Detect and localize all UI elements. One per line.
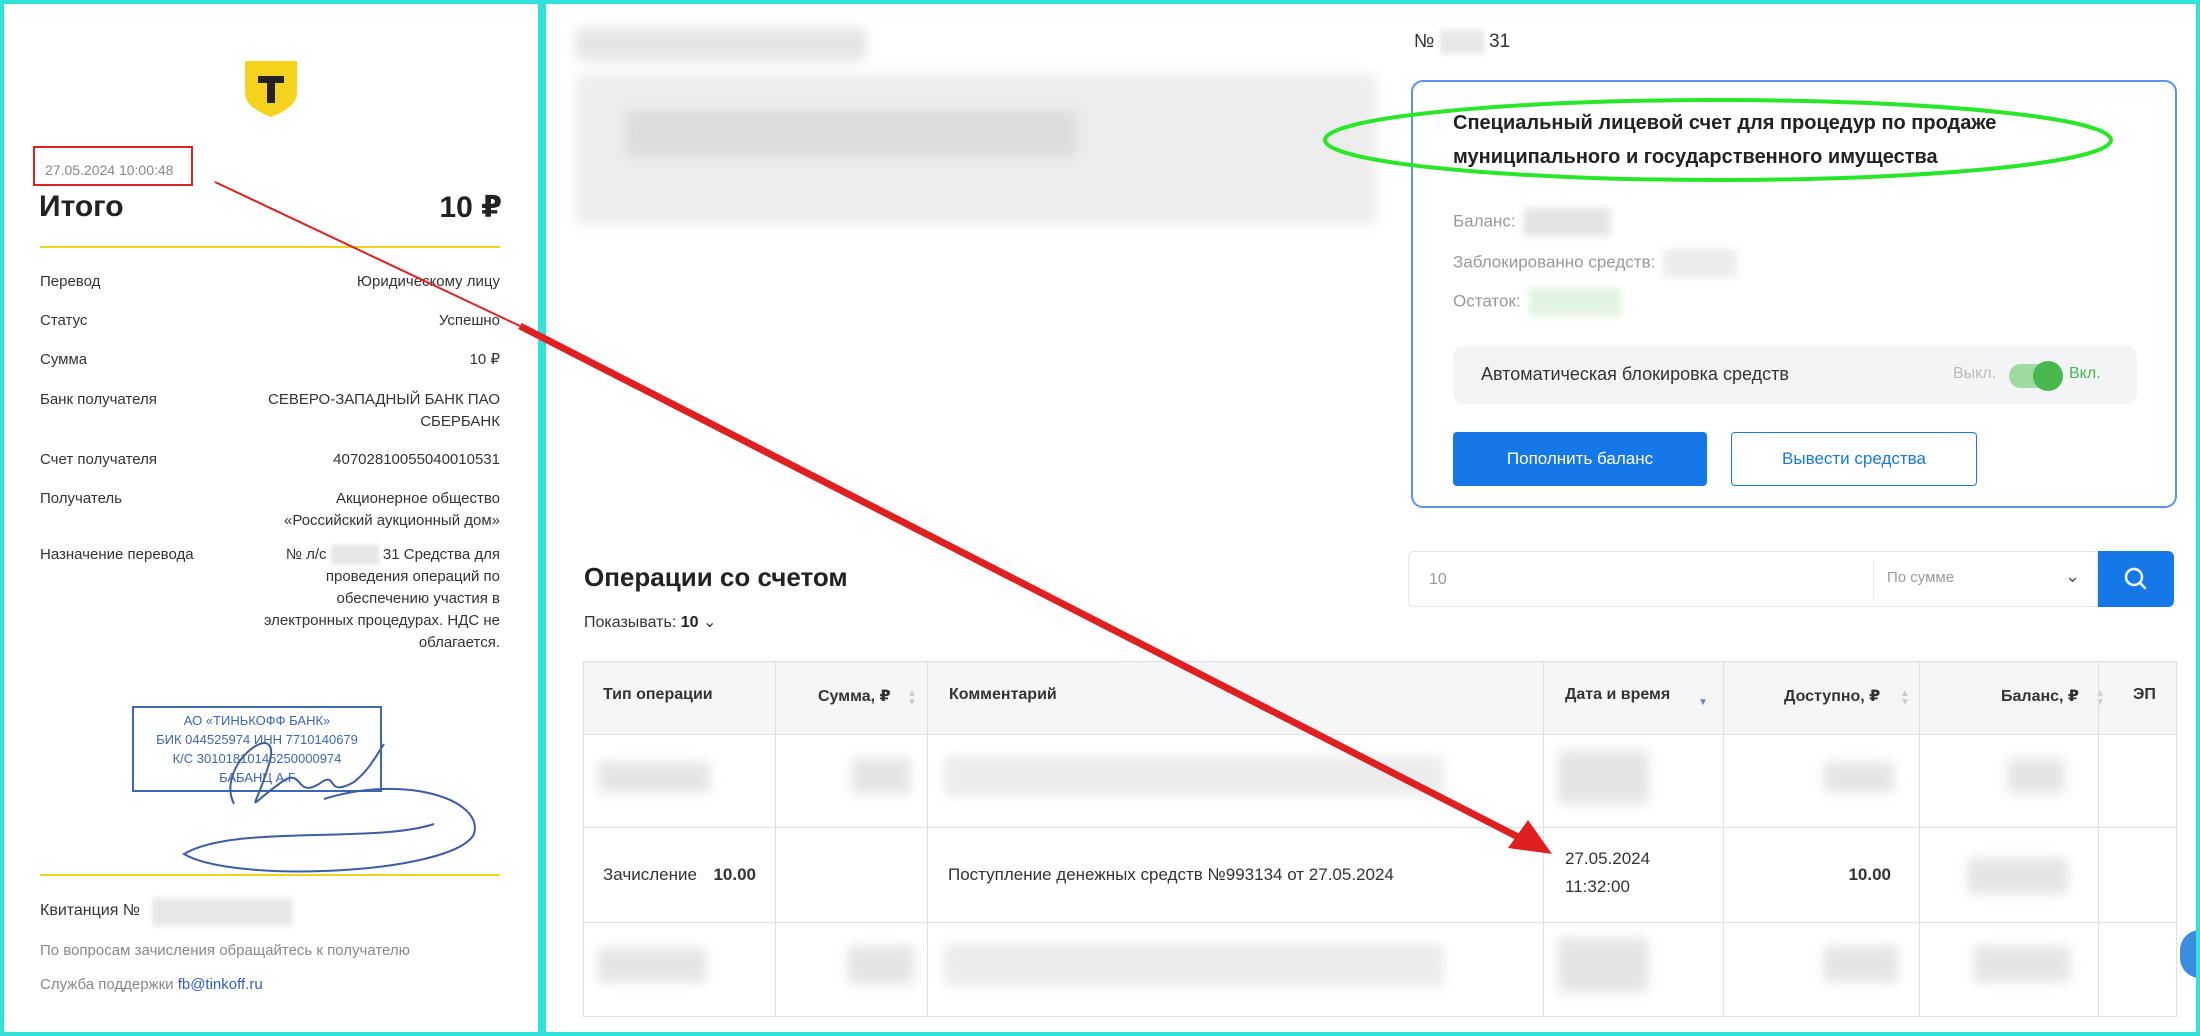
auto-block-toggle[interactable] bbox=[2009, 361, 2063, 391]
page-size-value: 10 bbox=[680, 614, 699, 631]
divider bbox=[40, 246, 500, 248]
operations-table: Тип операции Сумма, ₽ ▲ ▼ Комментарий Дат… bbox=[583, 661, 2177, 1017]
operation-date: 27.05.2024 bbox=[1565, 849, 1651, 868]
sort-icon[interactable]: ▼ bbox=[1698, 698, 1708, 708]
col-comment: Комментарий bbox=[949, 686, 1057, 703]
table-header: Тип операции Сумма, ₽ ▲ ▼ Комментарий Дат… bbox=[584, 662, 2176, 735]
topup-balance-button[interactable]: Пополнить баланс bbox=[1453, 432, 1707, 486]
withdraw-funds-button[interactable]: Вывести средства bbox=[1731, 432, 1977, 486]
account-number: № 31 bbox=[1414, 30, 1511, 54]
redacted-block bbox=[576, 28, 866, 60]
page-size-selector[interactable]: Показывать: 10 ⌄ bbox=[584, 612, 716, 632]
account-card: Специальный лицевой счет для процедур по… bbox=[1411, 80, 2177, 508]
support-line: Служба поддержки fb@tinkoff.ru bbox=[40, 976, 263, 993]
operation-amount: 10.00 bbox=[713, 865, 756, 884]
col-available[interactable]: Доступно, ₽ bbox=[1784, 686, 1880, 706]
divider bbox=[40, 874, 500, 876]
receipt-datetime: 27.05.2024 10:00:48 bbox=[33, 146, 193, 186]
col-amount[interactable]: Сумма, ₽ bbox=[818, 686, 891, 706]
chevron-down-icon: ⌄ bbox=[702, 614, 717, 631]
auto-block-label: Автоматическая блокировка средств bbox=[1481, 364, 1789, 384]
operation-time: 11:32:00 bbox=[1565, 877, 1630, 896]
support-email-link[interactable]: fb@tinkoff.ru bbox=[178, 976, 263, 993]
redacted-block bbox=[626, 110, 1076, 156]
signature-icon bbox=[182, 742, 476, 873]
operation-available: 10.00 bbox=[1848, 865, 1891, 884]
blocked-stat: Заблокированно средств: bbox=[1453, 249, 1738, 277]
sort-icon[interactable]: ▲ ▼ bbox=[907, 689, 917, 708]
sort-icon[interactable]: ▲ ▼ bbox=[2095, 689, 2105, 708]
col-signature: ЭП bbox=[2133, 686, 2156, 703]
account-title: Специальный лицевой счет для процедур по… bbox=[1453, 112, 1997, 168]
col-datetime[interactable]: Дата и время bbox=[1565, 686, 1670, 704]
auto-block-setting: Автоматическая блокировка средств Выкл. … bbox=[1453, 346, 2137, 404]
operations-filter: По сумме ⌄ bbox=[1408, 551, 2098, 608]
sort-icon[interactable]: ▲ ▼ bbox=[1900, 689, 1910, 708]
toggle-off-label: Выкл. bbox=[1953, 365, 1997, 382]
total-value: 10 ₽ bbox=[439, 191, 502, 224]
balance-stat: Баланс: bbox=[1453, 208, 1610, 236]
chat-widget-button[interactable] bbox=[2180, 930, 2196, 978]
search-input[interactable] bbox=[1409, 552, 1891, 608]
col-type[interactable]: Тип операции bbox=[603, 686, 713, 704]
remainder-stat: Остаток: bbox=[1453, 288, 1621, 316]
receipt-number-label: Квитанция № bbox=[40, 902, 141, 919]
operation-comment: Поступление денежных средств №993134 от … bbox=[948, 865, 1394, 884]
receipt-number-redacted bbox=[152, 898, 292, 926]
toggle-on-label: Вкл. bbox=[2069, 365, 2101, 382]
tinkoff-logo-icon bbox=[245, 61, 297, 117]
account-panel: № 31 Специальный лицевой счет для процед… bbox=[546, 4, 2196, 1032]
total-label: Итого bbox=[39, 190, 124, 223]
operations-title: Операции со счетом bbox=[584, 562, 848, 592]
receipt-note: По вопросам зачисления обращайтесь к пол… bbox=[40, 942, 410, 959]
receipt-panel: 27.05.2024 10:00:48 Итого 10 ₽ Перевод Ю… bbox=[4, 4, 538, 1032]
search-button[interactable] bbox=[2098, 551, 2174, 607]
chevron-down-icon: ⌄ bbox=[2065, 566, 2081, 586]
sort-select[interactable]: По сумме bbox=[1887, 569, 1954, 586]
col-balance[interactable]: Баланс, ₽ bbox=[2001, 686, 2079, 706]
search-icon bbox=[2124, 567, 2147, 590]
operation-type: Зачисление bbox=[603, 865, 697, 884]
